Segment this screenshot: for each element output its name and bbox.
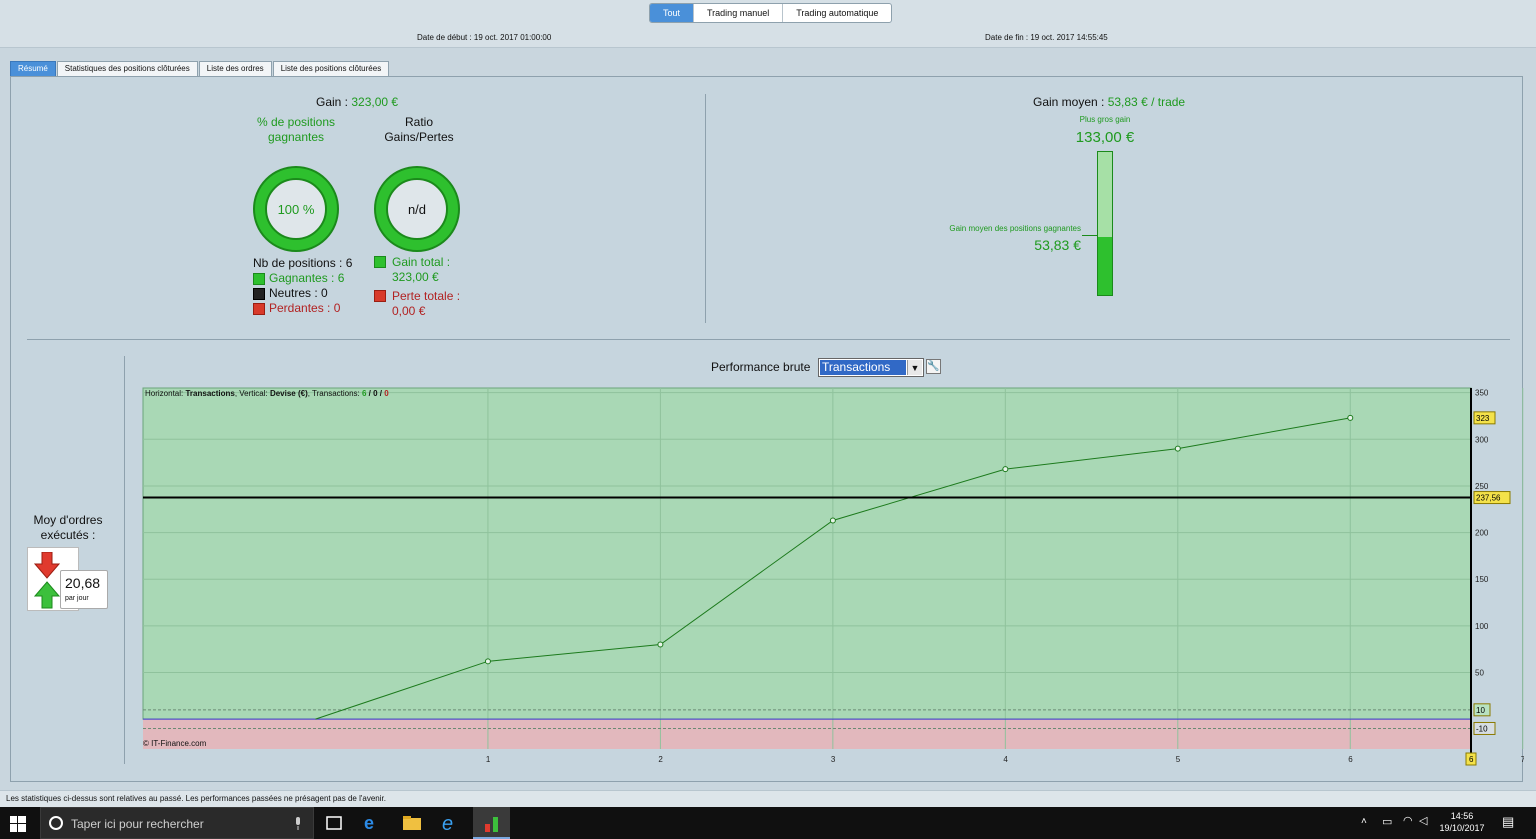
start-date: Date de début : 19 oct. 2017 01:00:00 [417, 33, 552, 42]
end-date: Date de fin : 19 oct. 2017 14:55:45 [985, 33, 1108, 42]
data-point [657, 641, 664, 648]
microphone-icon[interactable] [293, 817, 303, 831]
info-t3: 0 [384, 389, 389, 398]
info-prefix-t: , Transactions: [307, 389, 362, 398]
tab-liste-ordres[interactable]: Liste des ordres [198, 61, 272, 76]
taskbar-clock[interactable]: 14:56 19/10/2017 [1437, 810, 1487, 834]
x-tick-label: 4 [1003, 755, 1008, 764]
x-tick-label: 7 [1521, 755, 1524, 764]
x-tick-label: 2 [658, 755, 663, 764]
y-tick-label: 350 [1475, 389, 1489, 398]
tab-bar: Résumé Statistiques des positions clôtur… [10, 61, 390, 76]
clock-time: 14:56 [1450, 811, 1474, 821]
zero-band-neg-tag: -10 [1476, 724, 1488, 733]
volume-icon[interactable]: ◁ [1419, 814, 1427, 827]
trading-app-icon [485, 817, 498, 832]
tab-resume[interactable]: Résumé [10, 61, 56, 76]
top-bar: Tout Trading manuel Trading automatique … [0, 0, 1536, 48]
y-tick-label: 250 [1475, 482, 1489, 491]
zero-band-pos-tag: 10 [1476, 706, 1485, 715]
x-tick-label: 5 [1176, 755, 1181, 764]
y-tick-label: 150 [1475, 575, 1489, 584]
windows-start-icon[interactable] [10, 816, 30, 836]
y-tick-label: 100 [1475, 622, 1489, 631]
clock-date: 19/10/2017 [1439, 823, 1485, 833]
task-view-icon[interactable] [324, 813, 344, 833]
data-point [484, 658, 491, 665]
chart-copyright: © IT-Finance.com [143, 739, 207, 748]
tray-chevron-icon[interactable]: ˄ [1361, 816, 1367, 827]
battery-icon[interactable]: ▭ [1382, 815, 1392, 828]
x-tick-label: 6 [1348, 755, 1353, 764]
mode-segmented-control: Tout Trading manuel Trading automatique [649, 3, 893, 23]
data-point [1002, 466, 1009, 473]
cortana-icon [49, 816, 63, 830]
last-value-tag: 323 [1476, 414, 1490, 423]
data-point [1347, 414, 1354, 421]
segment-trading-manuel[interactable]: Trading manuel [694, 4, 784, 22]
taskbar: Taper ici pour rechercher e e ˄ ▭ ◠ ◁ 14… [0, 807, 1536, 839]
chart-positive-area [142, 387, 1472, 720]
y-tick-label: 300 [1475, 435, 1489, 444]
taskbar-search[interactable]: Taper ici pour rechercher [40, 807, 314, 839]
chart-negative-area [143, 719, 1471, 749]
cursor-x-tag: 6 [1469, 755, 1474, 764]
info-h: Transactions [185, 389, 235, 398]
taskbar-search-placeholder: Taper ici pour rechercher [71, 817, 204, 831]
info-prefix-h: Horizontal: [145, 389, 186, 398]
x-tick-label: 3 [831, 755, 836, 764]
y-tick-label: 50 [1475, 669, 1484, 678]
y-tick-label: 200 [1475, 529, 1489, 538]
notifications-icon[interactable]: ▤ [1502, 814, 1514, 830]
info-prefix-v: , Vertical: [234, 389, 270, 398]
cursor-y-tag: 237,56 [1476, 494, 1501, 503]
summary-panel: Gain : 323,00 € % de positions gagnantes… [10, 76, 1524, 782]
tab-liste-positions[interactable]: Liste des positions clôturées [272, 61, 390, 76]
data-point [1174, 445, 1181, 452]
wifi-icon[interactable]: ◠ [1403, 814, 1413, 827]
file-explorer-icon[interactable] [402, 813, 422, 833]
segment-trading-automatique[interactable]: Trading automatique [783, 4, 891, 22]
edge-icon[interactable]: e [364, 813, 384, 833]
chart-info: Horizontal: Transactions, Vertical: Devi… [145, 389, 389, 398]
segment-tout[interactable]: Tout [650, 4, 695, 22]
x-tick-label: 1 [486, 755, 491, 764]
active-app-tab[interactable] [473, 807, 510, 839]
info-v: Devise (€) [269, 389, 308, 398]
tab-statistiques[interactable]: Statistiques des positions clôturées [56, 61, 198, 76]
internet-explorer-icon[interactable]: e [442, 813, 462, 835]
disclaimer: Les statistiques ci-dessus sont relative… [0, 790, 1536, 807]
performance-chart: 50 100 150 200 250 300 350 1 2 3 4 5 6 7 323 237,56 10 -1… [142, 387, 1524, 766]
data-point [829, 517, 836, 524]
